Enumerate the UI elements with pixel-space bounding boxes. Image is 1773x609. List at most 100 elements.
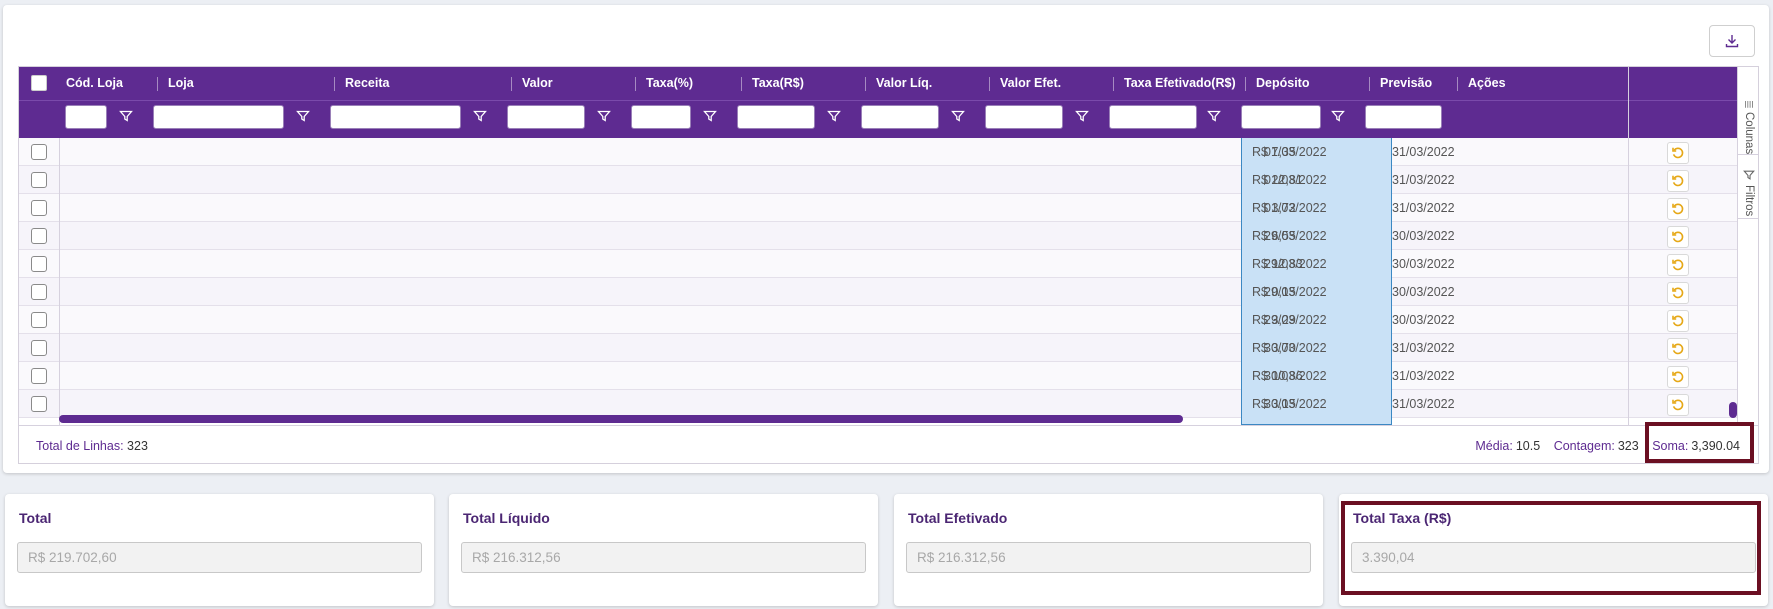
- total-efetivado-title: Total Efetivado: [908, 510, 1008, 526]
- total-field[interactable]: R$ 219.702,60: [17, 542, 422, 573]
- date-cells: 01/03/2022 01/03/2022 01/03/2022 29/03/2…: [19, 138, 1628, 425]
- grid-status-bar: Total de Linhas: 323 Média: 10.5 Contagem…: [19, 425, 1758, 463]
- total-taxa-field[interactable]: 3.390,04: [1351, 542, 1756, 573]
- acoes-cell: [1629, 166, 1738, 194]
- cell-deposito[interactable]: 30/03/2022: [1264, 334, 1327, 362]
- filter-icon[interactable]: [1207, 109, 1221, 123]
- header-deposito[interactable]: Depósito: [1245, 67, 1309, 100]
- columns-panel-label: Colunas: [1743, 111, 1755, 154]
- filter-input-deposito[interactable]: [1241, 105, 1321, 129]
- cell-previsao[interactable]: 31/03/2022: [1392, 138, 1455, 166]
- total-liquido-title: Total Líquido: [463, 510, 550, 526]
- cell-deposito[interactable]: 01/03/2022: [1264, 194, 1327, 222]
- total-taxa-title: Total Taxa (R$): [1353, 510, 1452, 526]
- cell-deposito[interactable]: 01/03/2022: [1264, 166, 1327, 194]
- filter-input-taxa-efetivado[interactable]: [1109, 105, 1197, 129]
- total-liquido-field[interactable]: R$ 216.312,56: [461, 542, 866, 573]
- columns-icon: [1745, 101, 1753, 108]
- soma-label: Soma:: [1652, 439, 1689, 453]
- horizontal-scrollbar[interactable]: [59, 412, 1737, 424]
- filter-input-valor-liq[interactable]: [861, 105, 939, 129]
- columns-panel-tab[interactable]: Colunas: [1738, 95, 1758, 155]
- cell-previsao[interactable]: 30/03/2022: [1392, 306, 1455, 334]
- cell-previsao[interactable]: 31/03/2022: [1392, 362, 1455, 390]
- total-efetivado-card: Total Efetivado R$ 216.312,56: [894, 494, 1323, 606]
- filter-input-taxa-pct[interactable]: [631, 105, 691, 129]
- undo-button[interactable]: [1667, 282, 1689, 304]
- filter-icon[interactable]: [827, 109, 841, 123]
- total-card: Total R$ 219.702,60: [5, 494, 434, 606]
- filter-input-valor[interactable]: [507, 105, 585, 129]
- cell-previsao[interactable]: 30/03/2022: [1392, 278, 1455, 306]
- filter-icon[interactable]: [119, 109, 133, 123]
- filter-input-cod-loja[interactable]: [65, 105, 107, 129]
- undo-button[interactable]: [1667, 170, 1689, 192]
- header-taxa-rs[interactable]: Taxa(R$): [741, 67, 804, 100]
- aggregation-status: Média: 10.5 Contagem: 323 Soma: 3,390.04: [1475, 426, 1740, 463]
- undo-button[interactable]: [1667, 142, 1689, 164]
- horizontal-scrollbar-thumb[interactable]: [59, 415, 1183, 423]
- header-receita[interactable]: Receita: [334, 67, 389, 100]
- data-grid: Cód. Loja Loja Receita Valor Taxa(%) Tax…: [18, 66, 1759, 464]
- total-efetivado-field[interactable]: R$ 216.312,56: [906, 542, 1311, 573]
- filter-icon[interactable]: [1075, 109, 1089, 123]
- undo-button[interactable]: [1667, 198, 1689, 220]
- filter-icon[interactable]: [703, 109, 717, 123]
- cell-deposito[interactable]: 01/03/2022: [1264, 138, 1327, 166]
- filters-panel-tab[interactable]: Filtros: [1738, 163, 1758, 219]
- cell-previsao[interactable]: 30/03/2022: [1392, 222, 1455, 250]
- filter-icon[interactable]: [473, 109, 487, 123]
- header-taxa-pct[interactable]: Taxa(%): [635, 67, 693, 100]
- cell-deposito[interactable]: 30/03/2022: [1264, 362, 1327, 390]
- soma-value: 3,390.04: [1691, 439, 1740, 453]
- header-previsao[interactable]: Previsão: [1369, 67, 1432, 100]
- filter-icon[interactable]: [951, 109, 965, 123]
- filter-input-previsao[interactable]: [1365, 105, 1442, 129]
- undo-button[interactable]: [1667, 254, 1689, 276]
- filter-icon[interactable]: [1331, 109, 1345, 123]
- filter-input-receita[interactable]: [330, 105, 461, 129]
- header-valor-liq[interactable]: Valor Líq.: [865, 67, 932, 100]
- header-loja[interactable]: Loja: [157, 67, 194, 100]
- cell-previsao[interactable]: 31/03/2022: [1392, 166, 1455, 194]
- download-icon: [1725, 35, 1739, 48]
- cell-deposito[interactable]: 29/03/2022: [1264, 306, 1327, 334]
- acoes-cell: [1629, 222, 1738, 250]
- side-panel: Colunas Filtros: [1737, 67, 1758, 425]
- filter-input-loja[interactable]: [153, 105, 284, 129]
- undo-icon: [1672, 203, 1684, 215]
- undo-icon: [1672, 147, 1684, 159]
- select-all-checkbox[interactable]: [31, 75, 47, 91]
- cell-previsao[interactable]: 31/03/2022: [1392, 194, 1455, 222]
- cell-deposito[interactable]: 29/03/2022: [1264, 278, 1327, 306]
- total-title: Total: [19, 510, 52, 526]
- undo-button[interactable]: [1667, 226, 1689, 248]
- undo-button[interactable]: [1667, 310, 1689, 332]
- undo-icon: [1672, 371, 1684, 383]
- filter-input-valor-efet[interactable]: [985, 105, 1063, 129]
- acoes-cell: [1629, 362, 1738, 390]
- grid-header-row: Cód. Loja Loja Receita Valor Taxa(%) Tax…: [19, 67, 1758, 100]
- export-button[interactable]: [1709, 25, 1755, 57]
- filter-icon[interactable]: [296, 109, 310, 123]
- undo-button[interactable]: [1667, 366, 1689, 388]
- header-valor[interactable]: Valor: [511, 67, 553, 100]
- header-valor-efet[interactable]: Valor Efet.: [989, 67, 1061, 100]
- acoes-column: [1628, 67, 1738, 425]
- filter-icon[interactable]: [597, 109, 611, 123]
- undo-button[interactable]: [1667, 338, 1689, 360]
- header-cod-loja[interactable]: Cód. Loja: [55, 67, 123, 100]
- cell-deposito[interactable]: 29/03/2022: [1264, 222, 1327, 250]
- acoes-cell: [1629, 334, 1738, 362]
- header-taxa-efetivado[interactable]: Taxa Efetivado(R$): [1113, 67, 1236, 100]
- contagem-label: Contagem:: [1553, 439, 1615, 453]
- filter-icon: [1743, 170, 1755, 180]
- vertical-scrollbar-thumb[interactable]: [1729, 402, 1737, 418]
- cell-previsao[interactable]: 30/03/2022: [1392, 250, 1455, 278]
- media-label: Média:: [1475, 439, 1513, 453]
- cell-deposito[interactable]: 29/03/2022: [1264, 250, 1327, 278]
- undo-icon: [1672, 175, 1684, 187]
- filter-input-taxa-rs[interactable]: [737, 105, 815, 129]
- total-lines-value: 323: [127, 439, 148, 453]
- cell-previsao[interactable]: 31/03/2022: [1392, 334, 1455, 362]
